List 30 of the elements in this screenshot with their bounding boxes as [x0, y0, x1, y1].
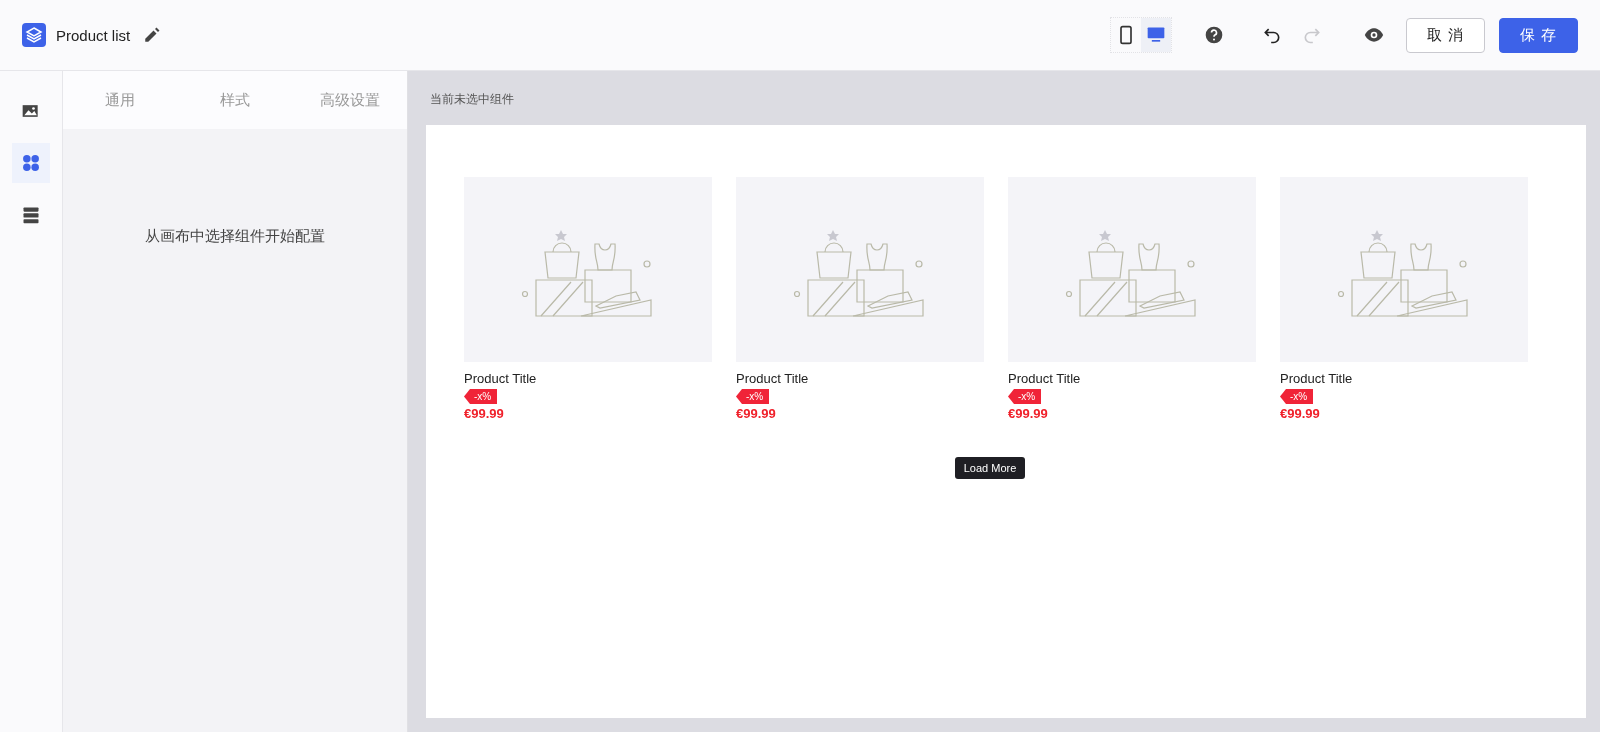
- sidebar-item[interactable]: [12, 143, 50, 183]
- product-price: €99.99: [464, 406, 504, 421]
- panel-tab[interactable]: 样式: [177, 71, 293, 129]
- selection-status: 当前未选中组件: [429, 91, 515, 108]
- help-icon: [1203, 25, 1224, 45]
- monitor-icon: [1145, 25, 1166, 45]
- discount-tag: -x%: [736, 389, 770, 404]
- eye-icon: [1363, 25, 1384, 45]
- logo-icon: [22, 23, 46, 47]
- load-more-button[interactable]: Load More: [954, 457, 1026, 479]
- panel-tab[interactable]: 高级设置: [292, 71, 407, 129]
- product-title: Product Title: [1280, 371, 1353, 386]
- page-title: Product list: [56, 26, 131, 44]
- save-button[interactable]: 保 存: [1498, 17, 1578, 53]
- device-toggle[interactable]: [1140, 18, 1171, 52]
- panel-tab[interactable]: 通用: [63, 71, 178, 129]
- product-title: Product Title: [736, 371, 809, 386]
- four-petal-icon: [21, 153, 41, 173]
- discount-tag: -x%: [1008, 389, 1042, 404]
- product-price: €99.99: [1280, 406, 1320, 421]
- product-price: €99.99: [1008, 406, 1048, 421]
- cancel-button[interactable]: 取 消: [1405, 17, 1485, 53]
- stack-icon: [21, 205, 41, 225]
- pencil-icon: [143, 26, 162, 44]
- empty-message: 从画布中选择组件开始配置: [144, 227, 326, 246]
- product-price: €99.99: [736, 406, 776, 421]
- product-title: Product Title: [1008, 371, 1081, 386]
- discount-tag: -x%: [464, 389, 498, 404]
- discount-tag: -x%: [1280, 389, 1314, 404]
- product-title: Product Title: [464, 371, 537, 386]
